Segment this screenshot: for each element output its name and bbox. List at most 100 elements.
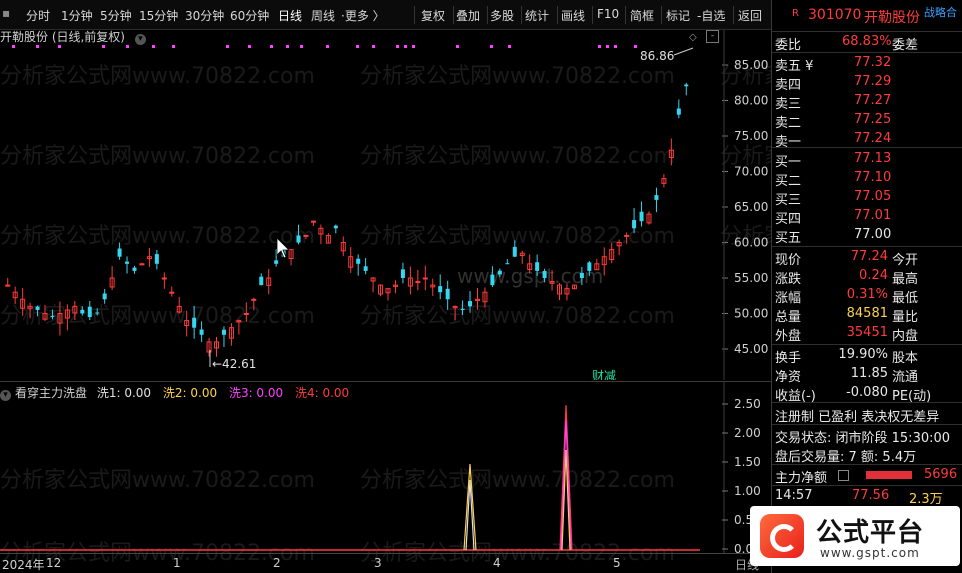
event-label: 财减 [592, 369, 616, 380]
candle-body-down [684, 84, 689, 87]
candle-body-down [356, 258, 361, 264]
period-tab-30min[interactable]: 30分钟 [185, 7, 224, 24]
signal-dot [326, 45, 329, 48]
date-tick: 5 [613, 556, 621, 570]
sub-axis-label: 1.00 [734, 484, 761, 498]
stock-code: 301070 [808, 7, 862, 23]
indicator-chart[interactable]: 2.502.001.501.000.500.00 [0, 382, 771, 553]
stock-tags: 注册制 已盈利 表决权无差异 [775, 410, 940, 425]
signal-dot [58, 45, 61, 48]
simple-frame-button[interactable]: 简框 [630, 7, 654, 24]
list-icon[interactable] [838, 470, 849, 481]
candle-body-up [303, 234, 309, 237]
logo-text: 公式平台 [816, 518, 925, 548]
candle-body-up [243, 313, 249, 315]
candle-body-down [125, 261, 130, 264]
price-axis-label: 80.00 [734, 94, 768, 108]
sub-axis-label: 1.50 [734, 455, 761, 469]
strategy-tag[interactable]: 战略合 [924, 4, 957, 20]
bid-row: 买二 77.10 [775, 170, 892, 189]
multi-stock-button[interactable]: 多股 [490, 7, 514, 24]
candle-body-down [438, 286, 443, 293]
signal-dot [248, 45, 251, 48]
period-tab-15min[interactable]: 15分钟 [139, 7, 178, 24]
chart-toolbar: ▪ 分时 1分钟 5分钟 15分钟 30分钟 60分钟 日线 周线 ·更多 〉 … [0, 0, 771, 30]
candle-body-down [132, 267, 137, 271]
stock-header: R 301070 开勒股份 战略合 [772, 6, 962, 28]
candle-body-up [310, 220, 316, 223]
date-tick: 12 [46, 556, 62, 570]
draw-line-button[interactable]: 画线 [561, 7, 585, 24]
indicator-spike [465, 479, 475, 551]
high-pointer [673, 47, 694, 56]
money-flow-row[interactable]: 主力净额 5696 [772, 466, 962, 486]
date-tick: 3 [374, 556, 382, 570]
overlay-button[interactable]: 叠加 [456, 7, 480, 24]
candle-body-down [50, 315, 55, 318]
signal-dot [300, 45, 303, 48]
signal-dot [490, 45, 493, 48]
signal-dot [396, 45, 399, 48]
bid-row: 买五 77.00 [775, 227, 892, 246]
period-tab-60min[interactable]: 60分钟 [230, 7, 269, 24]
tick-row: 14:57 77.56 2.3万 [775, 488, 943, 507]
candle-body-down [400, 269, 405, 278]
candle-body-down [490, 274, 495, 286]
candle-body-up [251, 298, 257, 301]
candlestick-chart[interactable]: 85.00 80.00 75.00 70.00 65.00 60.00 55.00 50.00… [0, 30, 771, 380]
sidebar-toggle-icon[interactable]: ▪ [2, 6, 10, 20]
add-watchlist-button[interactable]: -自选 [697, 7, 725, 24]
money-flow-bar [866, 471, 912, 479]
date-axis: 2024年 12 1 2 3 4 5 日线 [0, 553, 771, 573]
candle-body-down [259, 276, 264, 286]
price-axis-label: 50.00 [734, 307, 768, 321]
bid-row: 买三 77.05 [775, 189, 892, 208]
date-tick: 1 [173, 556, 181, 570]
mouse-cursor-icon [276, 237, 290, 259]
signal-dot [102, 45, 105, 48]
statistics-button[interactable]: 统计 [525, 7, 549, 24]
ask-row: 卖二 77.25 [775, 112, 892, 131]
candle-body-up [422, 277, 428, 280]
period-more-button[interactable]: ·更多 〉 [341, 7, 385, 24]
signal-dot [508, 45, 511, 48]
price-axis-label: 65.00 [734, 200, 768, 214]
signal-dot [12, 45, 15, 48]
period-tab-1min[interactable]: 1分钟 [61, 7, 93, 24]
f10-button[interactable]: F10 [597, 7, 619, 21]
candle-body-down [95, 312, 100, 314]
webi-row: 委比 68.83% 委差 [775, 34, 919, 53]
period-tab-weekly[interactable]: 周线 [311, 7, 335, 24]
low-label: ←42.61 [212, 357, 256, 371]
mark-button[interactable]: 标记 [666, 7, 690, 24]
stat-row: 收益(-) -0.080 PE(动) [775, 385, 932, 404]
candle-body-down [154, 254, 159, 264]
candle-body-down [632, 220, 637, 229]
candle-body-up [624, 234, 630, 237]
candle-body-down [460, 308, 465, 310]
candle-body-down [497, 270, 502, 275]
signal-dot [606, 45, 609, 48]
candle-body-down [363, 266, 368, 271]
stat-row: 换手 19.90% 股本 [775, 347, 919, 366]
period-tab-fenshi[interactable]: 分时 [26, 7, 50, 24]
date-tick: 2024年 [2, 558, 45, 572]
candle-body-up [161, 277, 167, 280]
quote-row: 涨幅 0.31% 最低 [775, 287, 919, 306]
ask-row: 卖五 ¥ 77.32 [775, 55, 892, 74]
price-axis-label: 70.00 [734, 165, 768, 179]
candle-body-up [5, 284, 11, 287]
fuquan-button[interactable]: 复权 [421, 7, 445, 24]
signal-dot [36, 45, 39, 48]
bid-row: 买四 77.01 [775, 208, 892, 227]
back-button[interactable]: 返回 [738, 7, 762, 24]
gspt-logo: 公式平台 www.gspt.com [750, 506, 960, 566]
candle-body-down [654, 195, 659, 200]
price-axis-label: 45.00 [734, 342, 768, 356]
period-tab-5min[interactable]: 5分钟 [100, 7, 132, 24]
signal-dot [152, 45, 155, 48]
logo-url: www.gspt.com [820, 546, 920, 560]
period-tab-daily[interactable]: 日线 [278, 7, 302, 24]
sub-axis-label: 2.00 [734, 426, 761, 440]
candle-body-down [468, 301, 473, 307]
